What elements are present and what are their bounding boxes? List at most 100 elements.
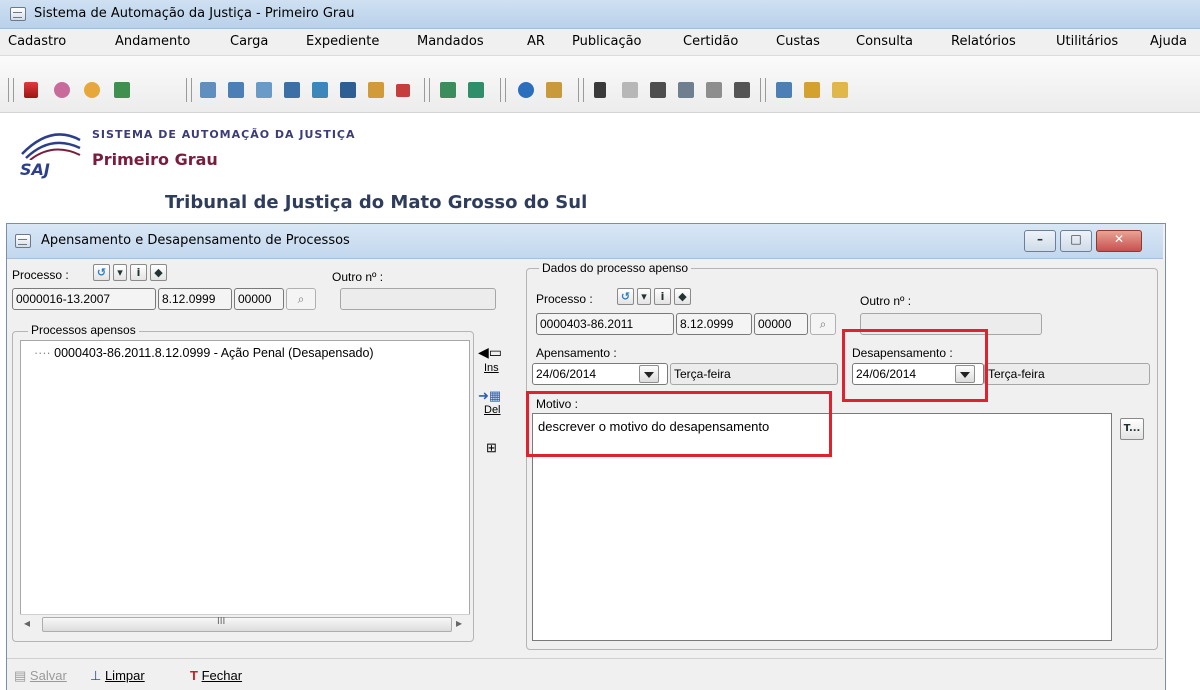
dialog-icon[interactable] xyxy=(15,234,31,248)
report-add-icon[interactable] xyxy=(804,82,820,98)
tag-icon[interactable] xyxy=(54,82,70,98)
menu-custas[interactable]: Custas xyxy=(776,34,820,49)
zoom-doc-icon[interactable] xyxy=(678,82,694,98)
forward-doc-icon[interactable] xyxy=(440,82,456,98)
menu-ar[interactable]: AR xyxy=(527,34,545,49)
apenso-number-field[interactable]: 0000403-86.2011 xyxy=(536,313,674,335)
report-icon[interactable] xyxy=(776,82,792,98)
highlight-desapensamento xyxy=(842,329,988,402)
info-icon[interactable]: i xyxy=(130,264,147,281)
scroll-thumb[interactable] xyxy=(42,617,452,632)
tribunal-name: Tribunal de Justiça do Mato Grosso do Su… xyxy=(165,192,588,213)
processo-foro-field[interactable]: 8.12.0999 xyxy=(158,288,232,310)
dropdown-arrow-icon[interactable]: ▾ xyxy=(637,288,651,305)
info-icon[interactable]: i xyxy=(654,288,671,305)
backward-doc-icon[interactable] xyxy=(468,82,484,98)
notes-icon[interactable] xyxy=(734,82,750,98)
menu-relatorios[interactable]: Relatórios xyxy=(951,34,1016,49)
search-icon[interactable]: ⌕ xyxy=(286,288,316,310)
insert-arrow-icon[interactable]: ◀▭ xyxy=(478,344,502,361)
salvar-button[interactable]: ▤ Salvar xyxy=(14,668,67,684)
toolbar-separator xyxy=(424,78,430,102)
limpar-button[interactable]: ⊥ Limpar xyxy=(90,668,145,684)
outro-numero-field[interactable] xyxy=(340,288,496,310)
menu-ajuda[interactable]: Ajuda xyxy=(1150,34,1187,49)
minimize-button[interactable]: – xyxy=(1024,230,1056,252)
apensos-list[interactable] xyxy=(20,340,470,636)
page-icon[interactable] xyxy=(594,82,606,98)
document-search-icon[interactable] xyxy=(228,82,244,98)
tree-expand-icon[interactable]: ⊞ xyxy=(486,440,497,456)
outro-label: Outro nº : xyxy=(332,270,384,284)
del-button[interactable]: Del xyxy=(484,404,501,416)
apenso-foro-field[interactable]: 8.12.0999 xyxy=(676,313,752,335)
fechar-label: Fechar xyxy=(201,668,243,683)
toolbar-separator xyxy=(578,78,584,102)
text-tool-icon[interactable] xyxy=(706,82,722,98)
processo-label: Processo : xyxy=(12,268,69,282)
tag-black-icon[interactable]: ◆ xyxy=(150,264,167,281)
apensamento-weekday-field: Terça-feira xyxy=(670,363,838,385)
processo-apenso-label: Processo : xyxy=(536,292,593,306)
close-flag-icon: T xyxy=(190,668,198,683)
document-icon[interactable] xyxy=(200,82,216,98)
clear-icon: ⊥ xyxy=(90,668,102,683)
menu-utilitarios[interactable]: Utilitários xyxy=(1056,34,1118,49)
search-icon[interactable]: ⌕ xyxy=(810,313,836,335)
scroll-grip: III xyxy=(217,616,226,627)
scroll-right-icon[interactable]: ▸ xyxy=(456,616,462,630)
apenso-suffix-field[interactable]: 00000 xyxy=(754,313,808,335)
menu-cadastro[interactable]: Cadastro xyxy=(8,34,66,49)
apensos-list-item[interactable]: ···· 0000403-86.2011.8.12.0999 - Ação Pe… xyxy=(34,346,374,360)
ins-button[interactable]: Ins xyxy=(484,362,499,374)
undo-icon[interactable]: ↺ xyxy=(93,264,110,281)
document-check-icon[interactable] xyxy=(312,82,328,98)
report-gold-icon[interactable] xyxy=(832,82,848,98)
fechar-button[interactable]: T Fechar xyxy=(190,668,242,683)
dialog-title: Apensamento e Desapensamento de Processo… xyxy=(41,233,350,248)
desapensamento-weekday-field: Terça-feira xyxy=(984,363,1150,385)
table-icon[interactable] xyxy=(396,84,410,97)
text-editor-button[interactable]: T... xyxy=(1120,418,1144,440)
menu-bar: Cadastro Andamento Carga Expediente Mand… xyxy=(0,29,1200,56)
dialog-title-bar: Apensamento e Desapensamento de Processo… xyxy=(7,224,1163,259)
undo-icon[interactable]: ↺ xyxy=(617,288,634,305)
menu-mandados[interactable]: Mandados xyxy=(417,34,484,49)
highlight-motivo xyxy=(526,391,832,457)
scroll-left-icon[interactable]: ◂ xyxy=(24,616,30,630)
copy-icon[interactable] xyxy=(650,82,666,98)
menu-andamento[interactable]: Andamento xyxy=(115,34,190,49)
mark-icon[interactable] xyxy=(24,82,38,98)
menu-consulta[interactable]: Consulta xyxy=(856,34,913,49)
processo-number-field[interactable]: 0000016-13.2007 xyxy=(12,288,156,310)
people-icon[interactable] xyxy=(546,82,562,98)
app-icon[interactable] xyxy=(10,7,26,21)
toolbar-separator xyxy=(760,78,766,102)
tag-gold-icon[interactable] xyxy=(84,82,100,98)
stamp-icon[interactable] xyxy=(622,82,638,98)
tag-black-icon[interactable]: ◆ xyxy=(674,288,691,305)
menu-publicacao[interactable]: Publicação xyxy=(572,34,642,49)
dropdown-arrow-icon[interactable]: ▾ xyxy=(113,264,127,281)
saj-logo-icon xyxy=(21,133,81,160)
toolbar-separator xyxy=(186,78,192,102)
document-edit-icon[interactable] xyxy=(256,82,272,98)
menu-expediente[interactable]: Expediente xyxy=(306,34,379,49)
menu-carga[interactable]: Carga xyxy=(230,34,268,49)
menu-certidao[interactable]: Certidão xyxy=(683,34,738,49)
close-button[interactable]: ✕ xyxy=(1096,230,1142,252)
processo-suffix-field[interactable]: 00000 xyxy=(234,288,284,310)
document-home-icon[interactable] xyxy=(368,82,384,98)
salvar-label: Salvar xyxy=(29,668,67,683)
dados-apenso-label: Dados do processo apenso xyxy=(539,261,692,275)
document-user-icon[interactable] xyxy=(340,82,356,98)
delete-arrow-icon[interactable]: ➜▦ xyxy=(478,388,501,404)
apensamento-date-dropdown[interactable] xyxy=(639,365,659,383)
system-name: SISTEMA DE AUTOMAÇÃO DA JUSTIÇA xyxy=(92,128,356,141)
network-icon[interactable] xyxy=(114,82,130,98)
document-find-icon[interactable] xyxy=(284,82,300,98)
send-icon[interactable] xyxy=(518,82,534,98)
product-name: Primeiro Grau xyxy=(92,150,218,169)
maximize-button[interactable]: □ xyxy=(1060,230,1092,252)
app-title: Sistema de Automação da Justiça - Primei… xyxy=(34,6,355,21)
